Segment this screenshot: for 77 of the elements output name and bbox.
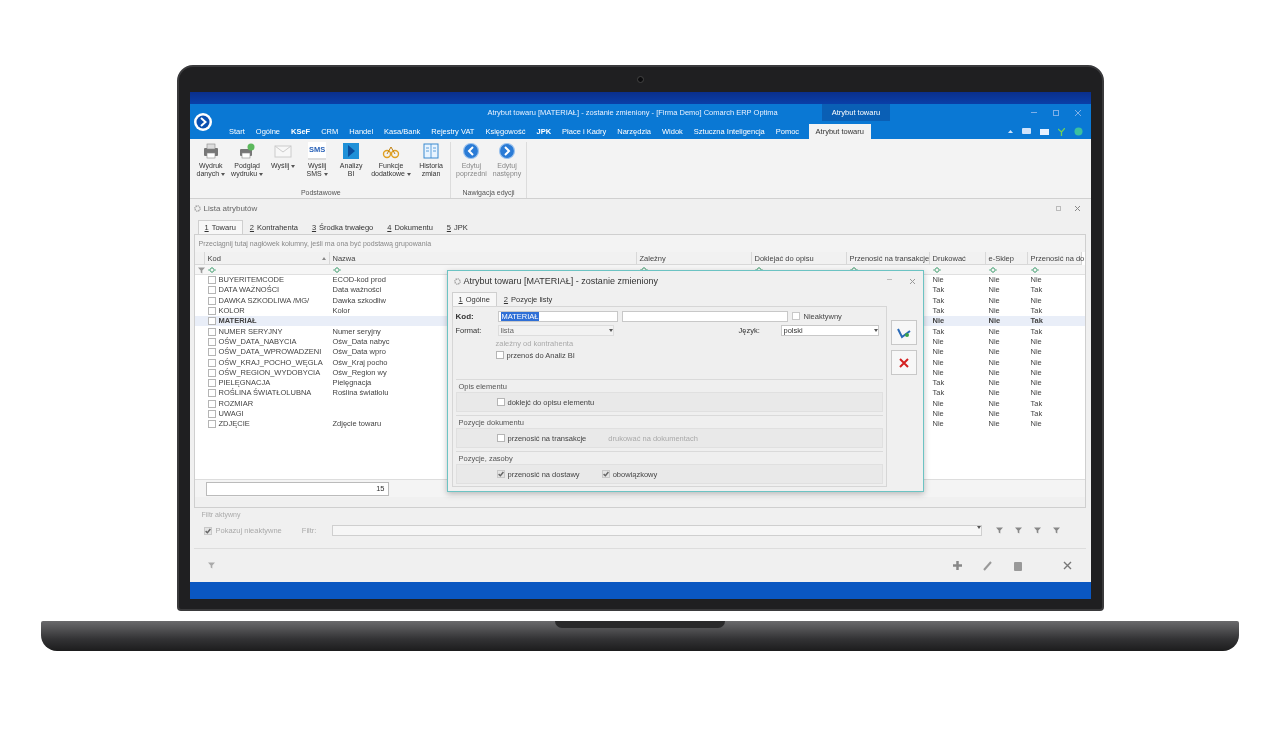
filter-icon[interactable]	[1015, 527, 1023, 534]
checkbox[interactable]	[207, 317, 216, 326]
scroll-bar[interactable]	[194, 497, 1085, 507]
minimize-icon[interactable]	[886, 278, 892, 281]
cancel-button[interactable]	[890, 350, 917, 375]
sort-icon	[321, 256, 326, 260]
field-label: Kod:	[455, 311, 475, 321]
caret-icon	[323, 173, 328, 176]
filter-cell-icon[interactable]	[932, 267, 941, 273]
envelope-icon	[274, 142, 293, 160]
checkbox[interactable]	[207, 389, 216, 398]
checkbox[interactable]	[496, 434, 505, 442]
checkbox[interactable]	[207, 399, 216, 408]
checkbox[interactable]	[207, 368, 216, 377]
name-field[interactable]	[621, 310, 788, 322]
minimize-icon[interactable]	[1030, 111, 1037, 114]
restore-icon[interactable]	[1052, 109, 1059, 116]
checkbox[interactable]	[203, 526, 212, 535]
window-title: Lista atrybutów	[203, 203, 258, 213]
chevron-tile-icon	[342, 142, 361, 160]
plus-icon	[952, 560, 963, 571]
plant-icon[interactable]	[1057, 127, 1065, 136]
gear-icon	[453, 277, 461, 285]
filter-icon[interactable]	[1034, 527, 1042, 534]
app-logo-icon	[192, 111, 213, 132]
close-icon	[898, 357, 909, 368]
trash-icon	[1012, 560, 1023, 571]
checkbox[interactable]	[207, 358, 216, 367]
caret-icon	[977, 526, 982, 529]
filter-cell-icon[interactable]	[639, 267, 648, 273]
filter-cell-icon[interactable]	[754, 267, 763, 273]
close-icon[interactable]	[909, 278, 915, 284]
filter-field[interactable]	[332, 525, 983, 536]
filter-cell-icon[interactable]	[849, 267, 858, 273]
caret-icon	[407, 173, 411, 176]
filter-cell-icon[interactable]	[207, 267, 216, 273]
filter-cell-icon[interactable]	[1030, 267, 1039, 273]
help-icon[interactable]	[1073, 127, 1083, 136]
close-icon	[1063, 561, 1072, 570]
save-icon	[896, 326, 911, 339]
close-icon[interactable]	[1074, 109, 1081, 116]
restore-icon[interactable]	[1055, 205, 1061, 211]
checkbox[interactable]	[207, 348, 216, 357]
camera-icon	[636, 76, 644, 83]
checkbox[interactable]	[207, 276, 216, 285]
checkbox[interactable]	[207, 307, 216, 316]
pencil-icon	[982, 560, 993, 571]
checkbox[interactable]	[207, 337, 216, 346]
close-icon[interactable]	[1074, 205, 1080, 211]
chevron-up-icon[interactable]	[1007, 130, 1013, 133]
caret-icon	[291, 165, 296, 168]
checkbox[interactable]	[791, 312, 800, 320]
printer-preview-icon	[238, 142, 257, 160]
checkbox[interactable]	[207, 327, 216, 336]
caret-icon	[259, 173, 264, 176]
checkbox[interactable]	[601, 470, 610, 478]
filter-icon[interactable]	[1053, 527, 1061, 534]
filter-icon[interactable]	[996, 527, 1004, 534]
checkbox[interactable]	[207, 420, 216, 429]
checkbox[interactable]	[207, 296, 216, 305]
gear-icon	[193, 204, 201, 212]
checkbox[interactable]	[496, 470, 505, 478]
save-button[interactable]	[890, 320, 917, 345]
filter-cell-icon[interactable]	[332, 267, 341, 273]
filter-icon[interactable]	[208, 562, 215, 569]
dialog-title: Atrybut towaru [MATERIAŁ] - zostanie zmieniony	[463, 276, 658, 286]
checkbox[interactable]	[207, 379, 216, 388]
arrow-left-circle-icon	[462, 142, 481, 160]
printer-icon	[201, 142, 220, 160]
arrow-right-circle-icon	[497, 142, 516, 160]
checkbox[interactable]	[207, 410, 216, 418]
checkbox[interactable]	[496, 398, 505, 406]
checkbox[interactable]	[207, 286, 216, 295]
checkbox[interactable]	[495, 351, 504, 359]
book-icon	[422, 142, 440, 160]
filter-cell-icon[interactable]	[988, 267, 997, 273]
caret-icon	[221, 173, 226, 176]
